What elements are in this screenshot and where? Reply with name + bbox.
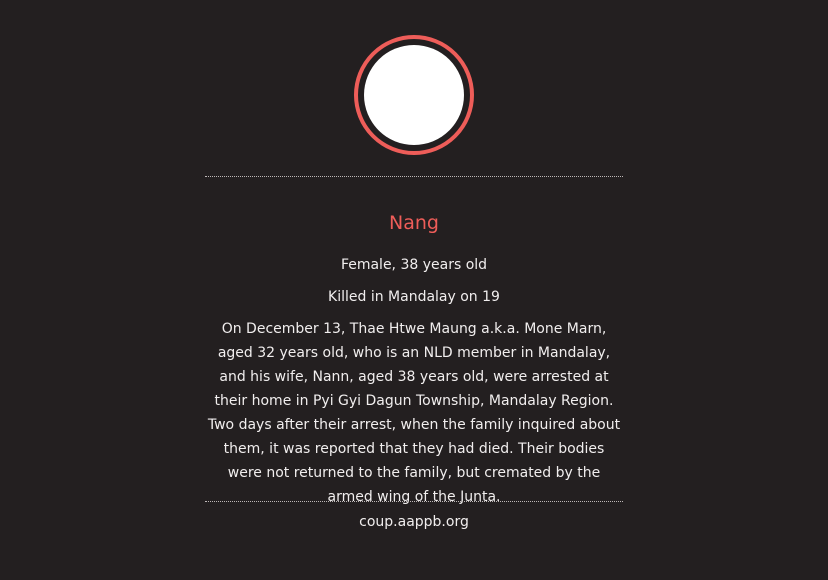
top-divider [205, 176, 623, 177]
avatar [364, 45, 464, 145]
incident-description: On December 13, Thae Htwe Maung a.k.a. M… [207, 321, 621, 505]
bottom-divider [205, 501, 623, 502]
killed-location-text: Killed in Mandalay on 19 [328, 289, 500, 305]
avatar-ring [354, 35, 474, 155]
source-text: coup.aappb.org [359, 514, 469, 530]
person-name: Nang [389, 212, 439, 234]
gender-age-text: Female, 38 years old [340, 257, 488, 273]
victim-profile-card: Nang Female, 38 years old Killed in Mand… [0, 0, 828, 580]
